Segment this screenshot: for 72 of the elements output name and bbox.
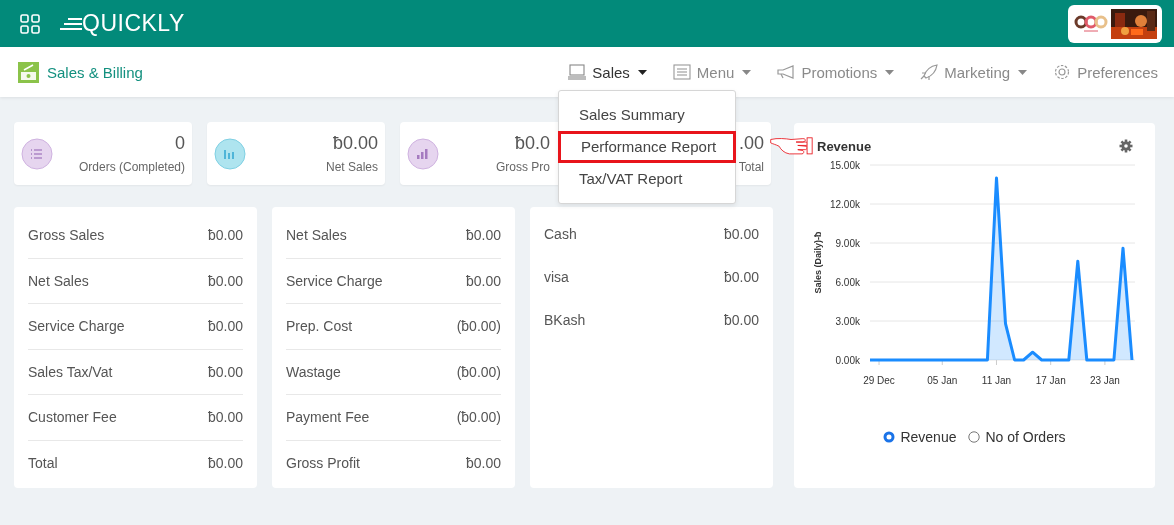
row-label: Service Charge [286, 272, 383, 289]
stat-value: ƀ0.00 [332, 133, 378, 154]
x-tick-label: 11 Jan [981, 375, 1012, 386]
rocket-icon [920, 64, 939, 80]
speed-lines-icon [60, 16, 82, 31]
monitor-icon [568, 64, 587, 80]
row-value: (ƀ0.00) [456, 318, 501, 335]
list-icon [672, 64, 691, 80]
row-label: Prep. Cost [286, 318, 353, 335]
row-label: Gross Profit [286, 454, 360, 471]
axis-title: Sales (Daily)-ƀ [813, 231, 823, 294]
radio-option[interactable]: No of Orders [968, 429, 1066, 445]
row-value: ƀ0.00 [207, 454, 243, 471]
row-label: Service Charge [28, 318, 125, 335]
row-label: Payment Fee [286, 409, 370, 426]
stat-label: Total [738, 160, 764, 174]
logo: QUICKLY [82, 10, 185, 37]
donut-logo-icon [1073, 13, 1108, 34]
row-value: ƀ0.00 [465, 272, 501, 289]
row-value: ƀ0.00 [207, 409, 243, 426]
radio-option[interactable]: Revenue [883, 429, 957, 445]
x-tick-label: 05 Jan [927, 375, 958, 386]
row-label: visa [544, 268, 569, 285]
nav-item[interactable]: Marketing [920, 63, 1028, 81]
row-value: ƀ0.00 [723, 268, 759, 285]
row-value: ƀ0.00 [723, 311, 759, 328]
nav-item[interactable]: Sales [568, 63, 647, 81]
y-tick-label: 0.00k [835, 354, 860, 366]
stat-value: .00 [738, 133, 764, 154]
settings-icon [1053, 64, 1072, 80]
y-tick-label: 15.00k [829, 159, 860, 171]
row-label: Sales Tax/Vat [28, 363, 113, 380]
row-value: ƀ0.00 [723, 225, 759, 242]
row-label: Wastage [286, 363, 341, 380]
stat-label: Gross Pro [496, 160, 550, 174]
nav-item[interactable]: Promotions [777, 63, 895, 81]
row-label: Customer Fee [28, 409, 117, 426]
chart-title: Revenue [817, 138, 872, 154]
cash-register-icon [18, 61, 39, 83]
y-tick-label: 6.00k [835, 276, 860, 288]
stat-label: Net Sales [325, 160, 378, 174]
y-tick-label: 9.00k [835, 237, 860, 249]
dropdown-option[interactable]: Tax/VAT Report [558, 163, 736, 195]
row-label: Net Sales [286, 227, 347, 244]
stat-value: 0 [175, 133, 185, 154]
row-value: ƀ0.00 [207, 318, 243, 335]
row-value: ƀ0.00 [207, 227, 243, 244]
x-tick-label: 29 Dec [863, 375, 895, 386]
settings-icon[interactable] [1119, 139, 1133, 153]
x-tick-label: 17 Jan [1035, 375, 1066, 386]
row-label: Total [28, 454, 58, 471]
nav-item[interactable]: Preferences [1053, 63, 1158, 81]
megaphone-icon [777, 64, 796, 80]
row-value: (ƀ0.00) [456, 409, 501, 426]
row-value: ƀ0.00 [207, 272, 243, 289]
row-value: ƀ0.00 [465, 227, 501, 244]
dropdown-option[interactable]: Sales Summary [558, 99, 736, 131]
stat-value: ƀ0.0 [514, 133, 550, 154]
row-label: Net Sales [28, 272, 89, 289]
row-value: ƀ0.00 [465, 454, 501, 471]
dropdown-option[interactable]: Performance Report [558, 131, 736, 163]
y-tick-label: 12.00k [829, 198, 860, 210]
apps-icon[interactable] [20, 13, 40, 34]
row-label: Gross Sales [28, 227, 105, 244]
x-tick-label: 23 Jan [1089, 375, 1120, 386]
row-value: ƀ0.00 [207, 363, 243, 380]
stat-label: Orders (Completed) [78, 160, 185, 174]
row-label: Cash [544, 225, 577, 242]
app-title: Sales & Billing [47, 63, 143, 81]
y-tick-label: 3.00k [835, 315, 860, 327]
row-value: (ƀ0.00) [456, 363, 501, 380]
row-label: BKash [544, 311, 586, 328]
